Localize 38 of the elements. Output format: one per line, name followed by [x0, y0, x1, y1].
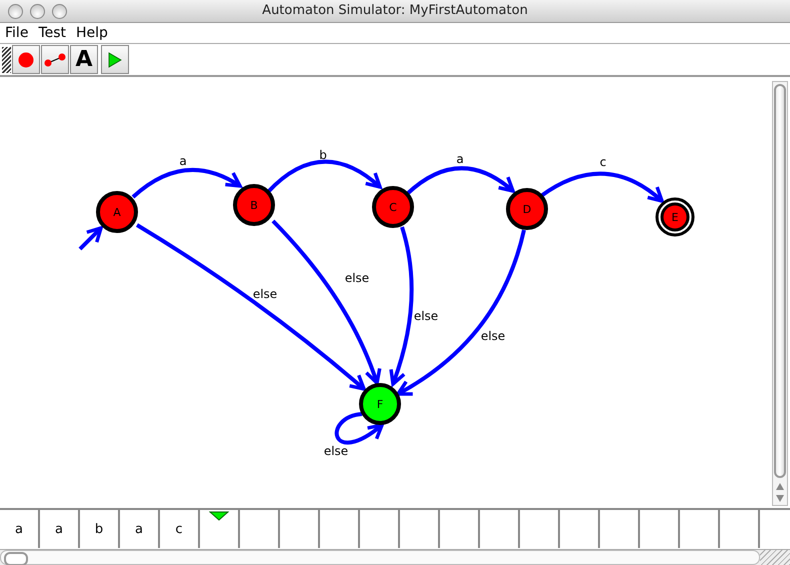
- transition-label: a: [179, 154, 187, 168]
- accepting-state-node[interactable]: E: [656, 198, 694, 237]
- transition-label: else: [344, 271, 370, 286]
- state-node[interactable]: D: [506, 188, 548, 230]
- horizontal-scrollbar[interactable]: [0, 550, 760, 565]
- menu-item[interactable]: File: [5, 24, 28, 41]
- window-zoom-button[interactable]: [52, 4, 67, 19]
- window-title: Automaton Simulator: MyFirstAutomaton: [262, 3, 528, 18]
- transition-tool-button[interactable]: [41, 45, 69, 74]
- state-node[interactable]: B: [233, 184, 275, 226]
- transition-label: else: [324, 444, 348, 458]
- menu-item[interactable]: Test: [38, 24, 66, 41]
- toolbar-grip[interactable]: [2, 46, 11, 73]
- transition-label: else: [252, 287, 278, 302]
- resize-grip[interactable]: [760, 550, 790, 565]
- start-arrow: [78, 226, 104, 251]
- window-minimize-button[interactable]: [30, 4, 45, 19]
- connector-icon: [44, 52, 66, 67]
- state-node[interactable]: F: [359, 383, 401, 426]
- play-icon: [108, 52, 122, 68]
- scroll-down-icon[interactable]: [776, 495, 784, 502]
- transition-arrow: [334, 412, 385, 445]
- vertical-scrollbar[interactable]: [772, 81, 788, 506]
- tape-head-icon: [209, 511, 229, 522]
- scroll-up-icon[interactable]: [776, 483, 784, 490]
- state-node[interactable]: C: [372, 186, 414, 228]
- text-tool-button[interactable]: A: [70, 45, 98, 74]
- transition-label: b: [319, 148, 327, 162]
- circle-icon: [18, 52, 34, 68]
- state-node[interactable]: A: [96, 191, 138, 234]
- transition-label: a: [456, 152, 464, 166]
- transition-label: else: [414, 309, 438, 324]
- transition-label: else: [480, 329, 506, 344]
- transition-label: c: [600, 155, 606, 170]
- run-button[interactable]: [101, 45, 129, 74]
- state-tool-button[interactable]: [12, 45, 40, 74]
- menu-item[interactable]: Help: [76, 24, 108, 41]
- window-close-button[interactable]: [8, 4, 23, 19]
